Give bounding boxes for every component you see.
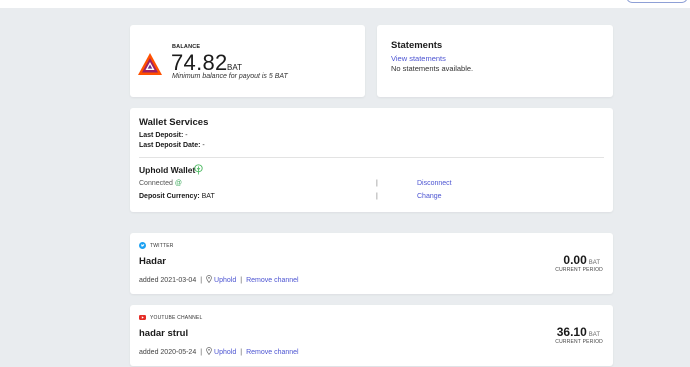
remove-channel-link[interactable]: Remove channel [246, 277, 299, 284]
uphold-wallet-title: Uphold Wallet [139, 165, 196, 175]
last-deposit-label: Last Deposit: [139, 132, 184, 139]
channel-meta: added 2020-05-24 | Uphold | Remove channel [139, 347, 299, 356]
connected-label: Connected [139, 180, 173, 187]
last-deposit-value: - [183, 132, 188, 139]
change-currency-link[interactable]: Change [417, 193, 442, 200]
twitter-icon [139, 242, 146, 249]
channel-amount-unit: BAT [588, 260, 600, 266]
balance-card: BALANCE 74.82 BAT Minimum balance for pa… [130, 25, 365, 97]
location-pin-icon [206, 275, 212, 283]
view-statements-link[interactable]: View statements [391, 54, 446, 63]
separator: | [376, 193, 378, 200]
separator: | [200, 349, 203, 356]
wallet-services-card: Wallet Services Last Deposit: - Last Dep… [130, 108, 613, 212]
channel-amount-value: 36.10 [556, 325, 587, 339]
location-pin-icon [206, 347, 212, 355]
wallet-services-title: Wallet Services [139, 117, 209, 128]
separator: | [240, 277, 243, 284]
channel-card: YOUTUBE CHANNEL hadar strul added 2020-0… [130, 305, 613, 366]
current-period-label: CURRENT PERIOD [555, 267, 603, 273]
separator: | [376, 180, 378, 187]
channel-amount-value: 0.00 [563, 253, 587, 267]
connected-status: Connected @ [139, 180, 182, 187]
uphold-link[interactable]: Uphold [214, 277, 236, 284]
last-deposit-date-label: Last Deposit Date: [139, 142, 201, 149]
separator: | [200, 277, 203, 284]
deposit-currency-value: BAT [199, 193, 215, 200]
connected-at-icon: @ [174, 180, 182, 187]
current-period-label: CURRENT PERIOD [555, 339, 603, 345]
channel-meta: added 2021-03-04 | Uphold | Remove channel [139, 275, 299, 284]
top-bar [0, 0, 690, 8]
balance-note: Minimum balance for payout is 5 BAT [172, 73, 288, 80]
deposit-currency-label: Deposit Currency: [139, 193, 200, 200]
deposit-currency-row: Deposit Currency: BAT [139, 193, 215, 200]
last-deposit-date-row: Last Deposit Date: - [139, 142, 205, 149]
divider [139, 157, 604, 158]
channel-type-label: TWITTER [150, 243, 174, 249]
channel-added-date: added 2020-05-24 [139, 349, 197, 356]
statements-card: Statements View statements No statements… [377, 25, 613, 97]
channel-type-label: YOUTUBE CHANNEL [150, 315, 203, 321]
last-deposit-date-value: - [200, 142, 205, 149]
uphold-logo-icon [194, 164, 203, 175]
separator: | [240, 349, 243, 356]
disconnect-link[interactable]: Disconnect [417, 180, 452, 187]
statements-title: Statements [391, 40, 443, 51]
channel-name: Hadar [139, 256, 166, 267]
channel-name: hadar strul [139, 328, 189, 339]
bat-logo-icon [138, 53, 162, 75]
top-right-button[interactable] [626, 0, 688, 3]
balance-unit: BAT [227, 63, 242, 72]
statements-empty-text: No statements available. [391, 64, 474, 73]
last-deposit-row: Last Deposit: - [139, 132, 188, 139]
channel-added-date: added 2021-03-04 [139, 277, 197, 284]
channel-card: TWITTER Hadar added 2021-03-04 | Uphold | Re… [130, 233, 613, 294]
remove-channel-link[interactable]: Remove channel [246, 349, 299, 356]
uphold-link[interactable]: Uphold [214, 349, 236, 356]
channel-amount-unit: BAT [588, 332, 600, 338]
youtube-icon [139, 315, 146, 320]
